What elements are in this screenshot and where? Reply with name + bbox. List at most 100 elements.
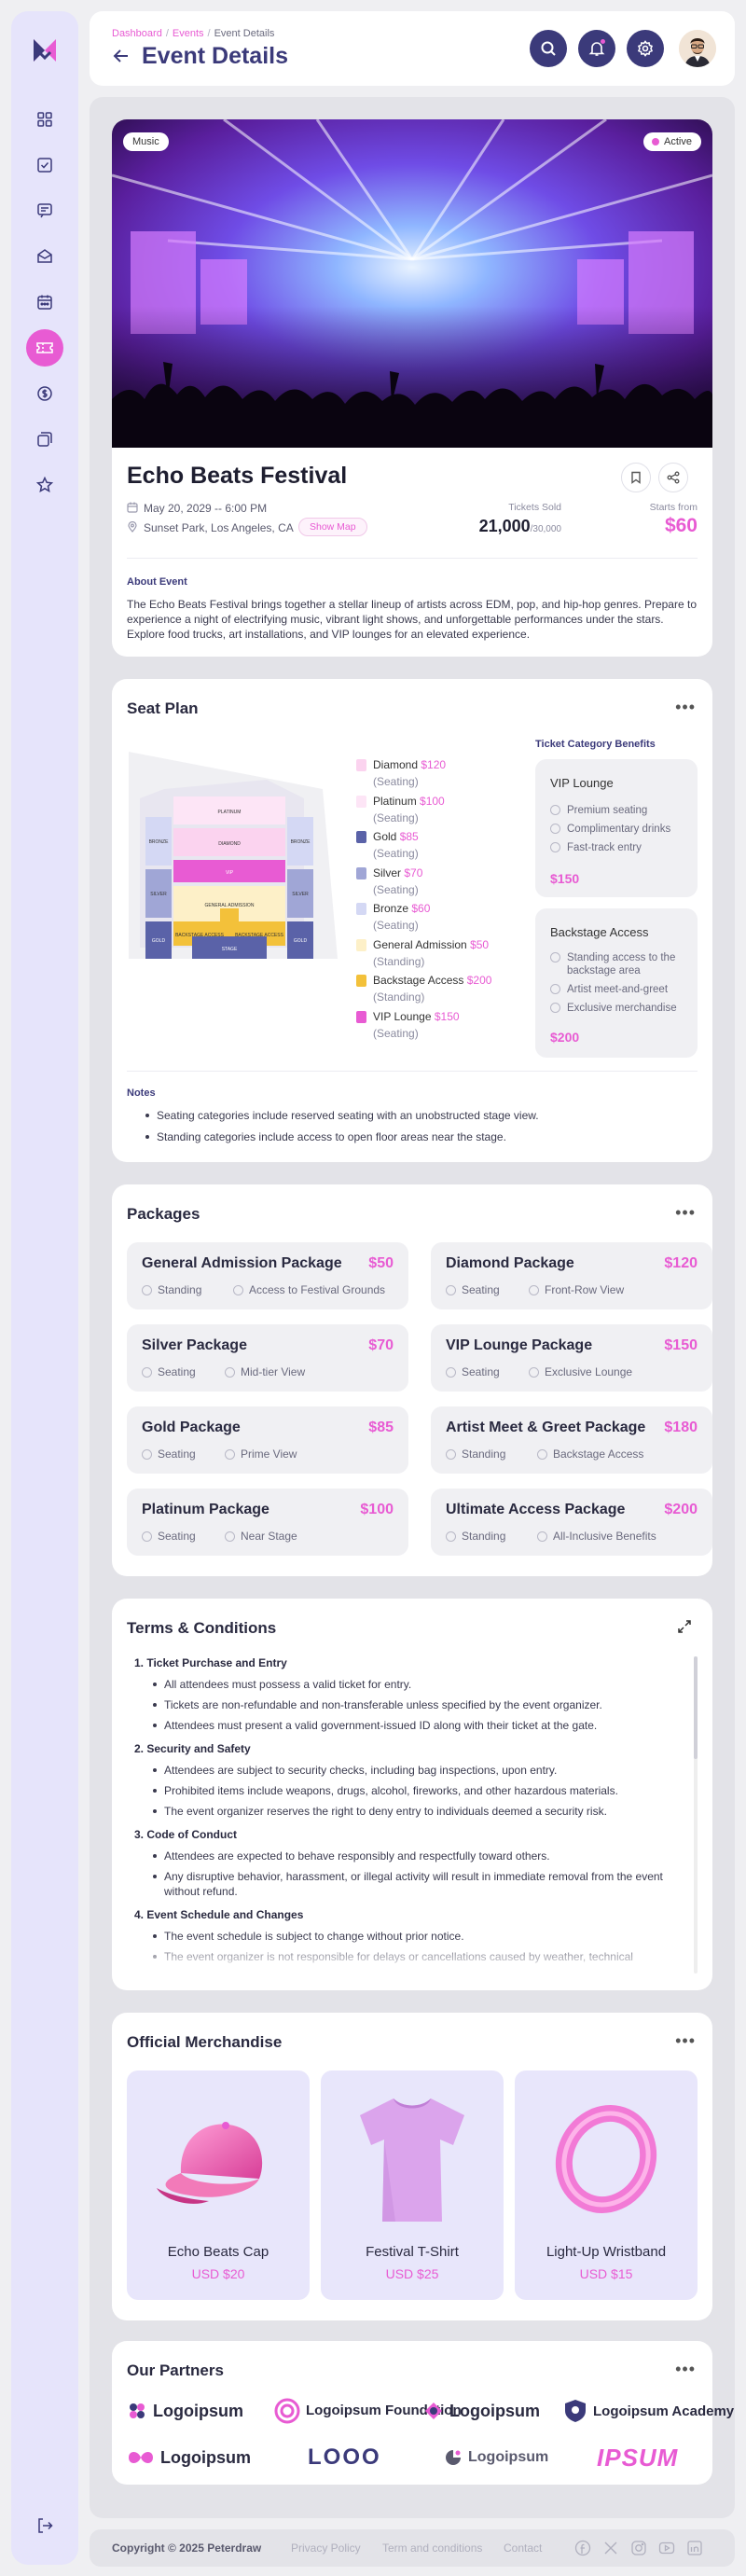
more-options-icon[interactable]: ••• [675,1203,696,1223]
youtube-icon[interactable] [658,2540,675,2556]
logout-icon[interactable] [26,2507,63,2544]
check-circle-icon [550,1003,560,1013]
scrollbar-thumb[interactable] [694,1656,698,1759]
map-label-silver-left: SILVER [150,892,167,897]
package-item[interactable]: Ultimate Access Package $200 Standing All-I… [431,1489,712,1556]
terms-item: Attendees must present a valid governmen… [153,1718,668,1733]
bookmark-button[interactable] [621,463,651,492]
check-circle-icon [225,1449,235,1460]
footer-link-privacy[interactable]: Privacy Policy [291,2541,361,2555]
map-label-general: GENERAL ADMISSION [205,903,255,908]
partner-logo[interactable]: Logoipsum [127,2397,243,2425]
package-price: $100 [360,1502,394,1517]
check-circle-icon [142,1367,152,1378]
merch-price: USD $15 [579,2266,633,2281]
legend-swatch [356,795,366,808]
benefit-name: VIP Lounge [550,776,614,790]
benefit-card-backstage: Backstage Access Standing access to the … [535,908,698,1058]
package-item[interactable]: Gold Package $85 Seating Prime View [127,1406,408,1474]
merch-item-tshirt[interactable]: Festival T-Shirt USD $25 [321,2070,504,2300]
app-logo[interactable] [32,37,58,63]
merch-name: Festival T-Shirt [366,2244,459,2260]
location-pin-icon [128,521,137,533]
tasks-icon[interactable] [26,146,63,184]
legend-swatch [356,975,366,987]
map-label-backstage-right: BACKSTAGE ACCESS [235,933,284,938]
terms-section-heading: 3. Code of Conduct [134,1828,237,1841]
package-price: $85 [368,1420,394,1435]
show-map-button[interactable]: Show Map [298,518,367,536]
notifications-button[interactable] [578,30,615,67]
favorites-icon[interactable] [26,466,63,504]
cap-image [157,2122,263,2204]
terms-item: Prohibited items include weapons, drugs,… [153,1783,668,1798]
page-header: Dashboard / Events / Event Details Event Det… [90,11,735,86]
back-arrow-icon[interactable] [112,47,131,65]
package-feature: Standing [446,1530,505,1543]
check-circle-icon [446,1285,456,1295]
check-circle-icon [446,1449,456,1460]
avatar[interactable] [679,30,716,67]
terms-scrollbar[interactable] [694,1656,698,1974]
footer-link-contact[interactable]: Contact [504,2541,542,2555]
legend-swatch [356,1010,366,1023]
package-feature: Seating [142,1530,196,1543]
share-button[interactable] [658,463,688,492]
gallery-icon[interactable] [26,421,63,458]
package-item[interactable]: Artist Meet & Greet Package $180 Standing B… [431,1406,712,1474]
partner-logo[interactable]: LOOO [308,2444,381,2472]
sidebar [11,11,78,2565]
legend-swatch [356,866,366,879]
package-name: VIP Lounge Package [446,1337,593,1353]
footer: Copyright © 2025 Peterdraw Privacy Polic… [90,2529,735,2567]
breadcrumb-events[interactable]: Events [173,28,204,39]
starts-from-price: $60 [664,515,698,536]
settings-button[interactable] [627,30,664,67]
more-options-icon[interactable]: ••• [675,698,696,717]
tickets-icon[interactable] [26,329,63,367]
linkedin-icon[interactable] [686,2540,703,2556]
partner-logo[interactable]: Logoipsum [423,2397,540,2425]
x-icon[interactable] [602,2540,619,2556]
benefit-price: $200 [550,1030,580,1045]
package-price: $70 [368,1337,394,1353]
finance-icon[interactable] [26,375,63,412]
event-title: Echo Beats Festival [127,463,348,489]
breadcrumb-dashboard[interactable]: Dashboard [112,28,162,39]
partner-logo[interactable]: Logoipsum [444,2444,548,2472]
partner-logo[interactable]: Logoipsum [127,2444,251,2472]
map-label-platinum: PLATINUM [218,810,242,815]
note-item: Seating categories include reserved seat… [145,1108,660,1123]
legend-swatch [356,938,366,951]
package-item[interactable]: Platinum Package $100 Seating Near Stage [127,1489,408,1556]
calendar-icon[interactable] [26,284,63,321]
expand-icon[interactable] [677,1619,692,1634]
package-item[interactable]: VIP Lounge Package $150 Seating Exclusive L… [431,1324,712,1392]
map-label-bronze-right: BRONZE [291,839,311,845]
partners-title: Our Partners [127,2361,224,2379]
seat-plan-title: Seat Plan [127,699,199,717]
terms-section-heading: 4. Event Schedule and Changes [134,1908,304,1921]
merch-item-wristband[interactable]: Light-Up Wristband USD $15 [515,2070,698,2300]
more-options-icon[interactable]: ••• [675,2360,696,2379]
check-circle-icon [446,1367,456,1378]
instagram-icon[interactable] [630,2540,647,2556]
terms-item: The event organizer reserves the right t… [153,1804,668,1819]
footer-link-terms[interactable]: Term and conditions [382,2541,482,2555]
facebook-icon[interactable] [574,2540,591,2556]
package-name: Platinum Package [142,1502,269,1517]
package-item[interactable]: Silver Package $70 Seating Mid-tier View [127,1324,408,1392]
inbox-icon[interactable] [26,238,63,275]
partner-logo[interactable]: Logoipsum Academy [563,2397,734,2425]
merch-item-cap[interactable]: Echo Beats Cap USD $20 [127,2070,310,2300]
package-item[interactable]: Diamond Package $120 Seating Front-Row View [431,1242,712,1309]
package-item[interactable]: General Admission Package $50 Standing Acce… [127,1242,408,1309]
partner-logo[interactable]: IPSUM [597,2444,678,2472]
messages-icon[interactable] [26,192,63,229]
terms-title: Terms & Conditions [127,1619,277,1637]
status-badge: Active [643,132,701,151]
dashboard-icon[interactable] [26,101,63,138]
note-item: Standing categories include access to op… [145,1129,660,1144]
search-button[interactable] [530,30,567,67]
more-options-icon[interactable]: ••• [675,2031,696,2051]
